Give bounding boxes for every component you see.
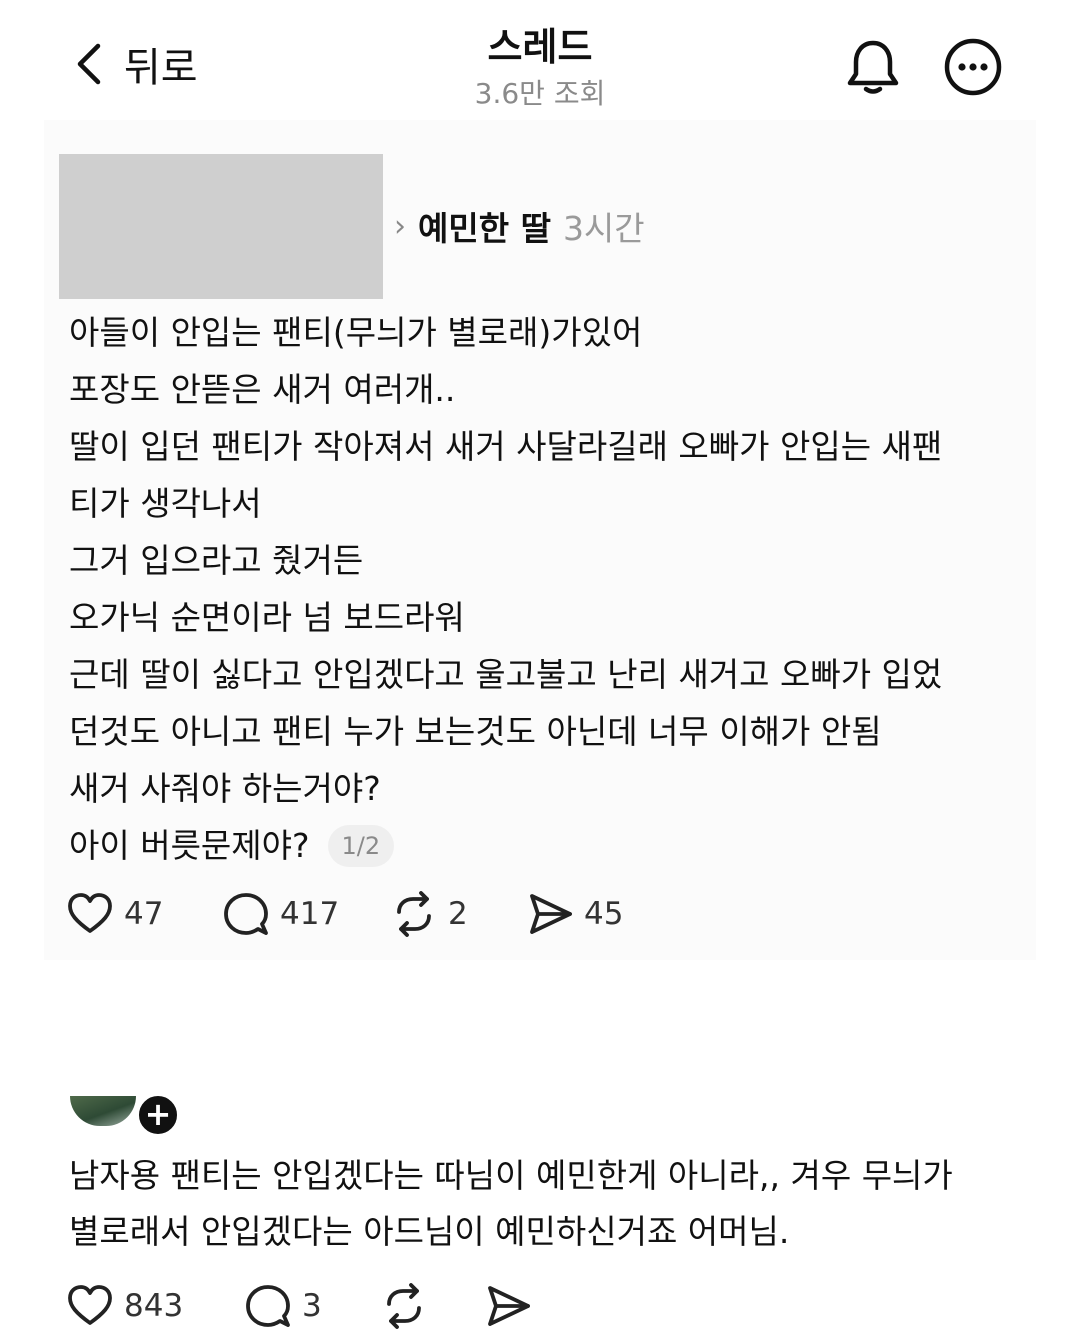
back-label: 뒤로 bbox=[124, 45, 198, 91]
comment-icon bbox=[224, 893, 268, 935]
send-icon bbox=[488, 1286, 530, 1326]
comment-like-button[interactable]: 843 bbox=[66, 1282, 244, 1330]
send-icon bbox=[530, 894, 572, 934]
comment-text: 남자용 팬티는 안입겠다는 따님이 예민한게 아니라,, 겨우 무늬가 별로래서… bbox=[69, 1148, 1029, 1260]
post-line: 그거 입으라고 줬거든 bbox=[69, 541, 364, 580]
repost-count: 2 bbox=[448, 896, 468, 932]
comment-button[interactable]: 417 bbox=[222, 890, 390, 938]
comment-count: 417 bbox=[280, 896, 340, 932]
share-button[interactable]: 45 bbox=[526, 890, 623, 938]
repost-icon bbox=[387, 1283, 421, 1329]
comment-repost-button[interactable] bbox=[380, 1282, 484, 1330]
chevron-right-icon: › bbox=[394, 208, 406, 244]
post-line: 오가닉 순면이라 넘 보드라워 bbox=[69, 598, 465, 637]
comment-line: 별로래서 안입겠다는 아드님이 예민하신거죠 어머님. bbox=[69, 1212, 790, 1251]
post-line: 아이 버릇문제야? bbox=[69, 826, 310, 865]
comment-reply-count: 3 bbox=[302, 1288, 322, 1324]
bell-icon[interactable] bbox=[842, 36, 904, 98]
post-actions: 47 417 2 45 bbox=[66, 888, 623, 940]
post-text: 아들이 안입는 팬티(무늬가 별로래)가있어 포장도 안뜯은 새거 여러개.. … bbox=[69, 304, 1009, 874]
back-button[interactable]: 뒤로 bbox=[72, 36, 198, 92]
chevron-left-icon bbox=[77, 43, 101, 85]
share-count: 45 bbox=[584, 896, 624, 932]
more-icon[interactable] bbox=[942, 36, 1004, 98]
repost-icon bbox=[397, 891, 431, 937]
like-count: 47 bbox=[124, 896, 164, 932]
post-time: 3시간 bbox=[562, 209, 645, 248]
repost-button[interactable]: 2 bbox=[390, 890, 526, 938]
author-avatar[interactable] bbox=[59, 154, 383, 299]
top-bar: 뒤로 스레드 3.6만 조회 bbox=[0, 0, 1080, 120]
post-line: 근데 딸이 싫다고 안입겠다고 울고불고 난리 새거고 오빠가 입었 bbox=[69, 655, 943, 694]
heart-icon bbox=[68, 893, 112, 933]
comment-reply-button[interactable]: 3 bbox=[244, 1282, 380, 1330]
post-line: 새거 사줘야 하는거야? bbox=[69, 769, 381, 808]
comment-share-button[interactable] bbox=[484, 1282, 532, 1330]
post-line: 딸이 입던 팬티가 작아져서 새거 사달라길래 오빠가 안입는 새팬 bbox=[69, 427, 943, 466]
post-line: 아들이 안입는 팬티(무늬가 별로래)가있어 bbox=[69, 313, 643, 352]
post-line: 던것도 아니고 팬티 누가 보는것도 아닌데 너무 이해가 안됨 bbox=[69, 712, 882, 751]
page-indicator: 1/2 bbox=[327, 824, 395, 867]
post-line: 포장도 안뜯은 새거 여러개.. bbox=[69, 370, 456, 409]
post-line: 티가 생각나서 bbox=[69, 484, 262, 523]
like-button[interactable]: 47 bbox=[66, 890, 222, 938]
commenter-avatar[interactable] bbox=[70, 1096, 136, 1126]
comment-icon bbox=[246, 1285, 290, 1327]
plus-icon: + bbox=[144, 1095, 172, 1133]
comment-line: 남자용 팬티는 안입겠다는 따님이 예민한게 아니라,, 겨우 무늬가 bbox=[69, 1156, 953, 1195]
post-line-last: 아이 버릇문제야? 1/2 bbox=[69, 817, 1009, 874]
comment-like-count: 843 bbox=[124, 1288, 184, 1324]
avatar-image bbox=[70, 1096, 136, 1126]
author-row: › 예민한 딸 3시간 bbox=[394, 200, 645, 252]
follow-plus-button[interactable]: + bbox=[135, 1092, 181, 1138]
heart-icon bbox=[68, 1285, 112, 1325]
comment-actions: 843 3 bbox=[66, 1280, 532, 1332]
author-name[interactable]: 예민한 딸 bbox=[418, 202, 551, 250]
